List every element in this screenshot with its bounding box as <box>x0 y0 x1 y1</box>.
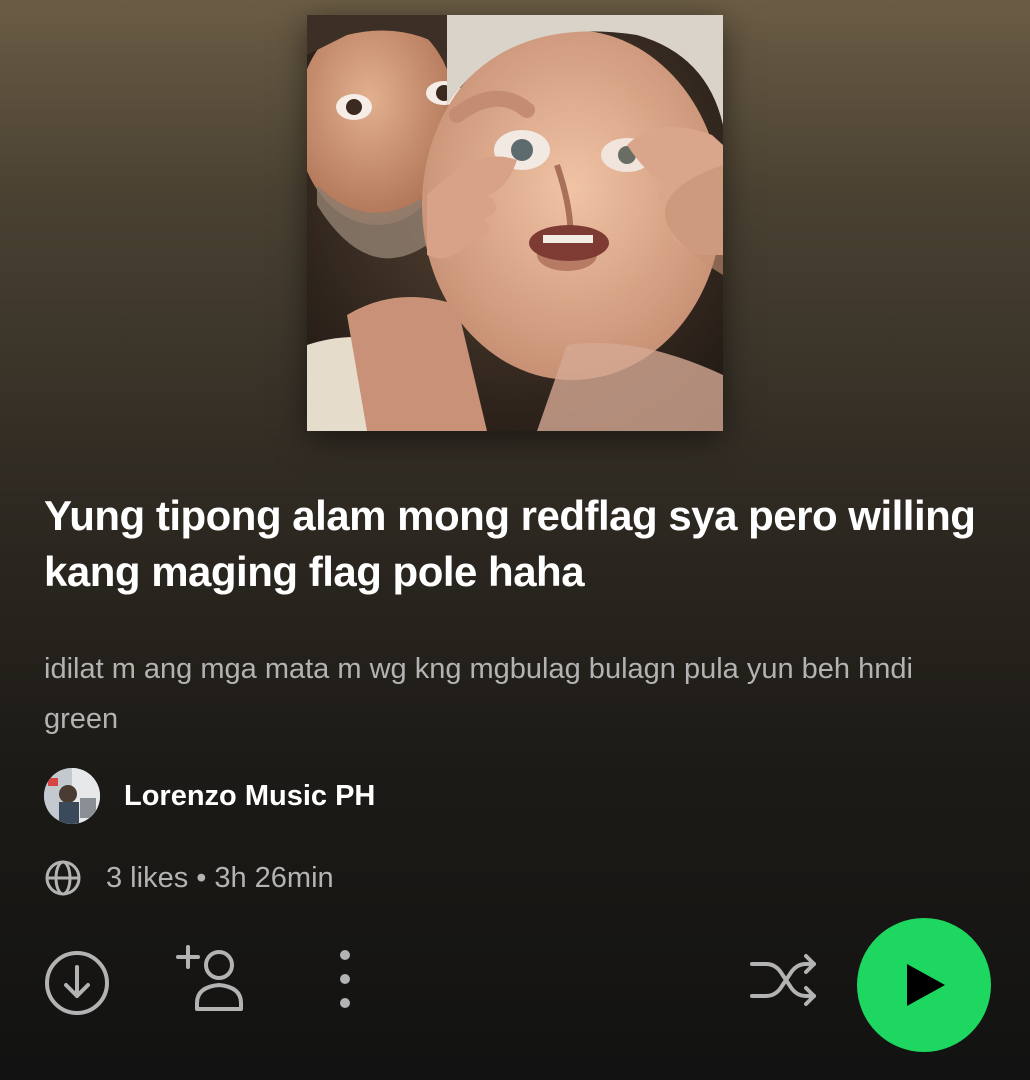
playlist-owner[interactable]: Lorenzo Music PH <box>44 768 375 824</box>
add-user-icon <box>176 945 243 1011</box>
owner-name[interactable]: Lorenzo Music PH <box>124 780 375 813</box>
playlist-meta: 3 likes • 3h 26min <box>44 855 334 901</box>
globe-icon <box>45 860 81 896</box>
download-button[interactable] <box>44 950 110 1016</box>
play-button[interactable] <box>857 918 991 1052</box>
owner-avatar[interactable] <box>44 768 100 824</box>
shuffle-icon <box>750 954 816 1006</box>
playlist-description: idilat m ang mga mata m wg kng mgbulag b… <box>44 653 913 735</box>
playlist-title: Yung tipong alam mong redflag sya pero w… <box>44 492 976 595</box>
playlist-cover-image <box>307 15 723 431</box>
play-icon <box>907 964 945 1006</box>
more-options-button[interactable] <box>330 945 360 1013</box>
more-vertical-icon <box>340 950 350 1008</box>
download-icon <box>45 951 109 1015</box>
shuffle-button[interactable] <box>748 950 820 1010</box>
likes-count: 3 likes <box>106 861 189 894</box>
meta-separator: • <box>196 861 207 894</box>
playlist-duration: 3h 26min <box>214 861 334 894</box>
add-collaborator-button[interactable] <box>174 945 250 1015</box>
